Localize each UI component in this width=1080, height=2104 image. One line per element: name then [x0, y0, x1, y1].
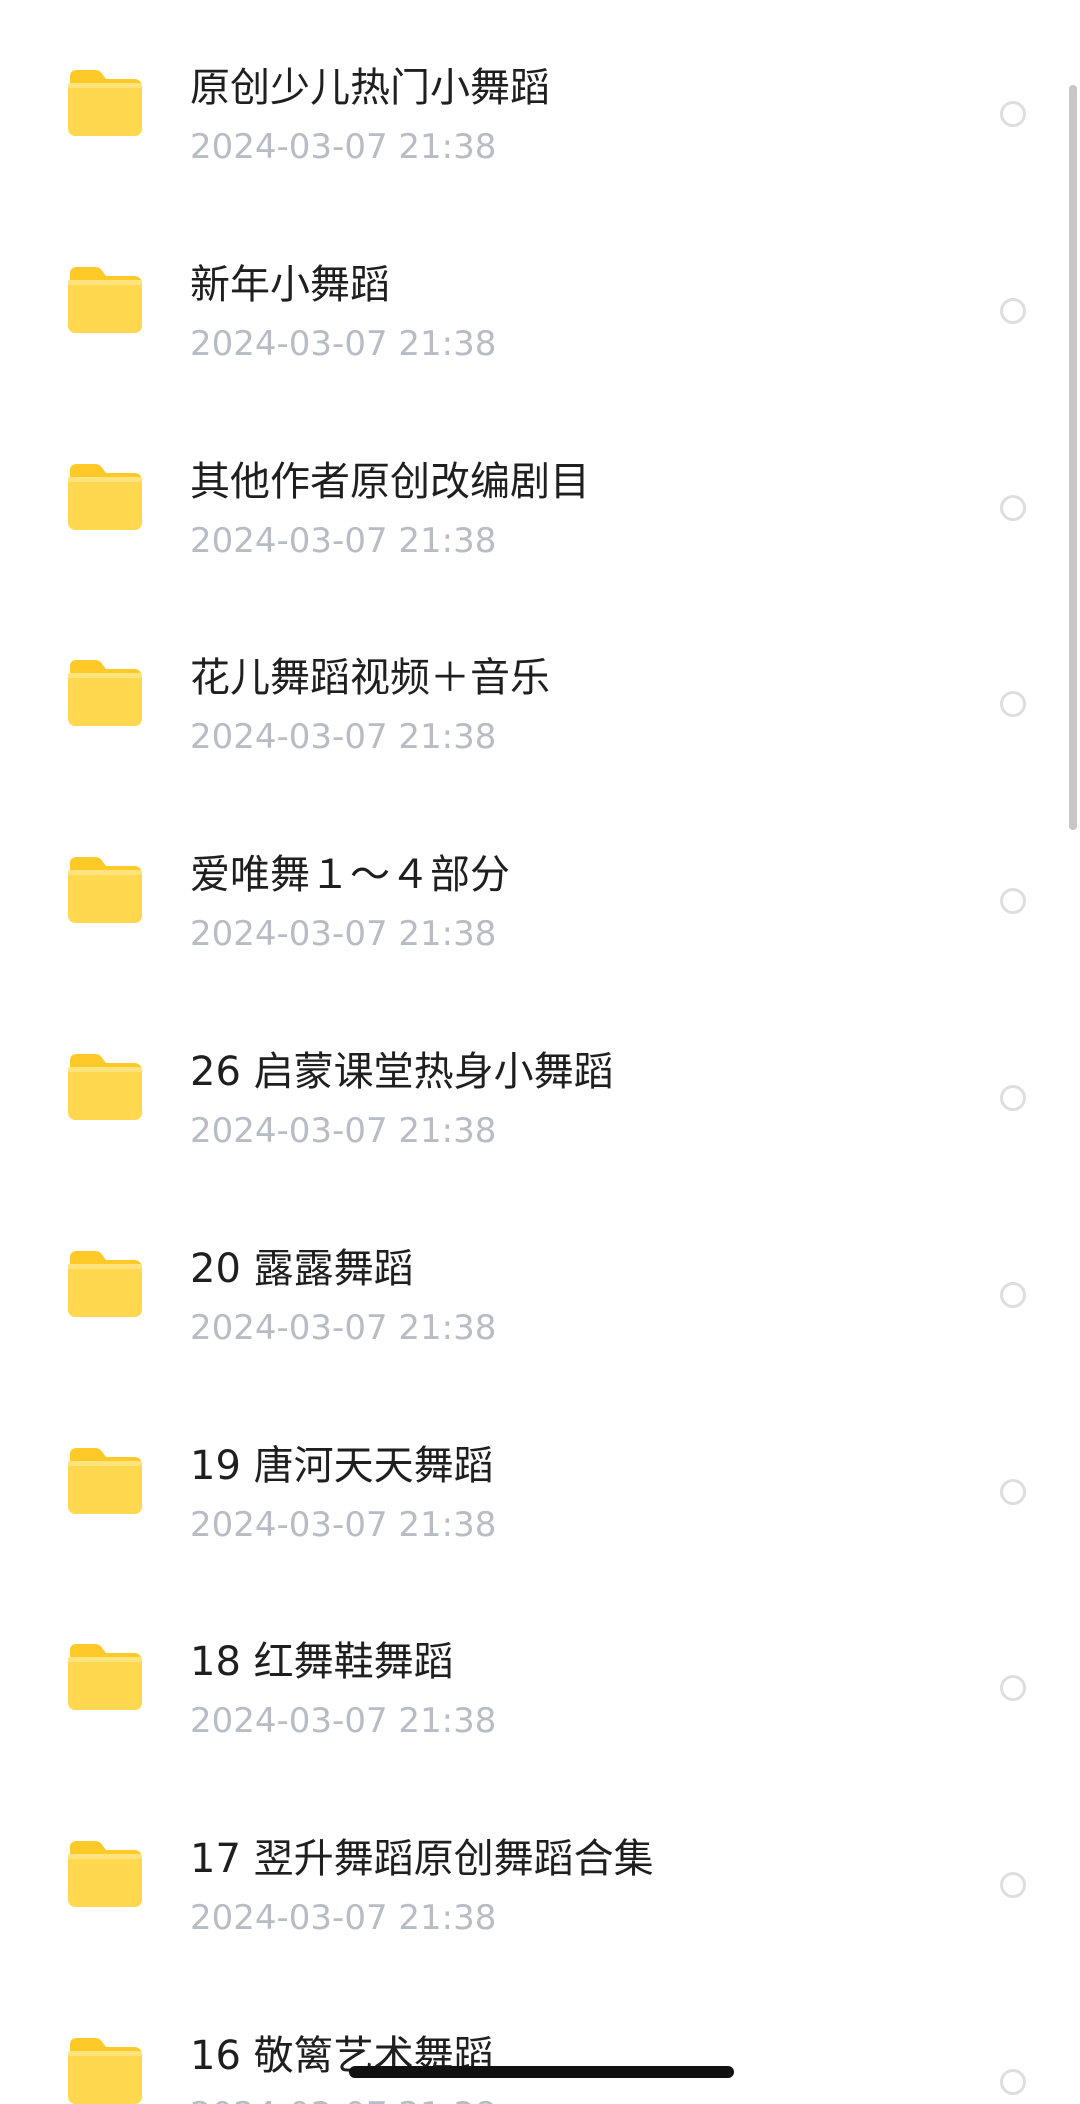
- select-radio[interactable]: [1000, 1281, 1026, 1308]
- scrollbar[interactable]: [1069, 85, 1077, 830]
- folder-icon: [68, 1250, 142, 1317]
- file-date: 2024-03-07 21:38: [190, 323, 497, 364]
- file-name: 原创少儿热门小舞蹈: [190, 65, 550, 111]
- file-name: 20 露露舞蹈: [190, 1245, 414, 1292]
- select-radio[interactable]: [1000, 1872, 1026, 1899]
- folder-icon: [68, 1644, 142, 1711]
- select-radio[interactable]: [1000, 888, 1026, 915]
- file-name: 17 翌升舞蹈原创舞蹈合集: [190, 1836, 654, 1883]
- file-name: 18 红舞鞋舞蹈: [190, 1639, 454, 1686]
- file-name: 其他作者原创改编剧目: [190, 458, 590, 505]
- folder-icon: [68, 266, 142, 333]
- file-name: 爱唯舞１～４部分: [190, 852, 510, 899]
- file-name: 26 启蒙课堂热身小舞蹈: [190, 1048, 614, 1095]
- list-item[interactable]: 26 启蒙课堂热身小舞蹈 2024-03-07 21:38: [0, 984, 1080, 1181]
- folder-icon: [68, 1447, 142, 1514]
- file-date: 2024-03-07 21:38: [190, 1504, 497, 1545]
- file-date: 2024-03-07 21:38: [190, 717, 497, 758]
- file-date: 2024-03-07 21:38: [190, 1898, 497, 1939]
- home-indicator[interactable]: [349, 2066, 734, 2078]
- file-name: 新年小舞蹈: [190, 261, 390, 308]
- folder-icon: [68, 857, 142, 924]
- file-date: 2024-03-07 21:38: [190, 127, 497, 167]
- folder-icon: [68, 463, 142, 530]
- select-radio[interactable]: [1000, 2068, 1026, 2095]
- file-name: 19 唐河天天舞蹈: [190, 1442, 494, 1489]
- list-item[interactable]: 19 唐河天天舞蹈 2024-03-07 21:38: [0, 1378, 1080, 1575]
- file-list: 原创少儿热门小舞蹈 2024-03-07 21:38 新年小舞蹈 2024-03…: [0, 0, 1080, 2104]
- list-item[interactable]: 花儿舞蹈视频＋音乐 2024-03-07 21:38: [0, 590, 1080, 787]
- file-date: 2024-03-07 21:38: [190, 1307, 497, 1348]
- list-item[interactable]: 20 露露舞蹈 2024-03-07 21:38: [0, 1181, 1080, 1378]
- select-radio[interactable]: [1000, 494, 1026, 521]
- select-radio[interactable]: [1000, 1084, 1026, 1111]
- folder-icon: [68, 1841, 142, 1908]
- select-radio[interactable]: [1000, 1675, 1026, 1702]
- list-item[interactable]: 17 翌升舞蹈原创舞蹈合集 2024-03-07 21:38: [0, 1771, 1080, 1968]
- folder-icon: [68, 1053, 142, 1120]
- select-radio[interactable]: [1000, 1478, 1026, 1505]
- file-browser-screen: 原创少儿热门小舞蹈 2024-03-07 21:38 新年小舞蹈 2024-03…: [0, 0, 1080, 2104]
- select-radio[interactable]: [1000, 101, 1026, 127]
- list-item[interactable]: 原创少儿热门小舞蹈 2024-03-07 21:38: [0, 0, 1080, 197]
- select-radio[interactable]: [1000, 297, 1026, 324]
- folder-icon: [68, 660, 142, 727]
- list-item[interactable]: 新年小舞蹈 2024-03-07 21:38: [0, 197, 1080, 394]
- list-item[interactable]: 其他作者原创改编剧目 2024-03-07 21:38: [0, 394, 1080, 591]
- file-date: 2024-03-07 21:38: [190, 2094, 496, 2104]
- list-item[interactable]: 16 敬篱艺术舞蹈 2024-03-07 21:38: [0, 1968, 1080, 2104]
- list-item[interactable]: 18 红舞鞋舞蹈 2024-03-07 21:38: [0, 1574, 1080, 1771]
- list-item[interactable]: 爱唯舞１～４部分 2024-03-07 21:38: [0, 787, 1080, 984]
- select-radio[interactable]: [1000, 691, 1026, 718]
- file-date: 2024-03-07 21:38: [190, 914, 497, 955]
- folder-icon: [68, 2037, 142, 2104]
- folder-icon: [68, 70, 142, 136]
- file-date: 2024-03-07 21:38: [190, 520, 497, 561]
- file-date: 2024-03-07 21:38: [190, 1110, 497, 1151]
- file-name: 花儿舞蹈视频＋音乐: [190, 655, 550, 702]
- file-date: 2024-03-07 21:38: [190, 1701, 497, 1742]
